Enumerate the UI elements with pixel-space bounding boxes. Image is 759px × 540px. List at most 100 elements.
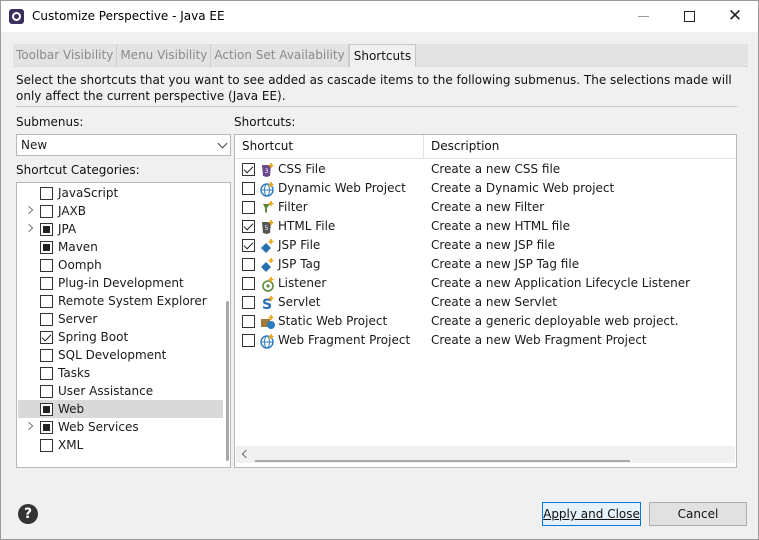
category-checkbox[interactable] — [40, 223, 53, 236]
tree-item[interactable]: SQL Development — [18, 346, 223, 364]
tab-shortcuts[interactable]: Shortcuts — [348, 44, 417, 67]
shortcut-description: Create a generic deployable web project. — [431, 314, 679, 328]
category-checkbox[interactable] — [40, 187, 53, 200]
category-checkbox[interactable] — [40, 439, 53, 452]
tab-action-set-availability[interactable]: Action Set Availability — [211, 44, 349, 67]
category-checkbox[interactable] — [40, 367, 53, 380]
category-checkbox[interactable] — [40, 205, 53, 218]
tree-item[interactable]: Oomph — [18, 256, 223, 274]
static-web-project-icon — [260, 314, 276, 330]
cancel-button[interactable]: Cancel — [649, 502, 747, 526]
category-label: XML — [58, 438, 84, 452]
shortcuts-table[interactable]: Shortcut Description 3 CSS File Create a n… — [234, 134, 737, 468]
vertical-scrollbar[interactable] — [224, 183, 230, 467]
tree-item[interactable]: User Assistance — [18, 382, 223, 400]
shortcut-checkbox[interactable] — [242, 334, 255, 347]
tree-item[interactable]: Tasks — [18, 364, 223, 382]
dialog-body: Toolbar Visibility Menu Visibility Actio… — [1, 32, 758, 539]
category-checkbox[interactable] — [40, 421, 53, 434]
shortcut-name: Web Fragment Project — [278, 333, 411, 347]
category-label: JPA — [58, 222, 77, 236]
shortcut-description: Create a new HTML file — [431, 219, 570, 233]
table-row[interactable]: Filter Create a new Filter — [235, 198, 736, 217]
table-row[interactable]: Dynamic Web Project Create a Dynamic Web … — [235, 179, 736, 198]
shortcut-name: CSS File — [278, 162, 326, 176]
table-row[interactable]: S Servlet Create a new Servlet — [235, 293, 736, 313]
scrollbar-thumb[interactable] — [226, 301, 229, 461]
tab-bar: Toolbar Visibility Menu Visibility Actio… — [13, 44, 748, 67]
category-checkbox[interactable] — [40, 349, 53, 362]
shortcut-description: Create a Dynamic Web project — [431, 181, 615, 195]
title-bar[interactable]: Customize Perspective - Java EE ✕ — [1, 1, 758, 32]
category-label: Web — [58, 402, 85, 416]
table-row[interactable]: 3 CSS File Create a new CSS file — [235, 160, 736, 179]
tab-menu-visibility[interactable]: Menu Visibility — [117, 44, 212, 67]
help-icon[interactable]: ? — [18, 504, 38, 524]
horizontal-scrollbar[interactable] — [236, 446, 735, 463]
chevron-down-icon — [217, 138, 228, 149]
chevron-right-icon[interactable] — [24, 421, 34, 431]
customize-perspective-dialog: Customize Perspective - Java EE ✕ Toolba… — [0, 0, 759, 540]
category-checkbox[interactable] — [40, 331, 53, 344]
scrollbar-thumb[interactable] — [255, 460, 630, 462]
table-row[interactable]: JSP Tag Create a new JSP Tag file — [235, 255, 736, 274]
tree-item[interactable]: Maven — [18, 238, 223, 256]
tree-item[interactable]: Spring Boot — [18, 328, 223, 346]
shortcut-checkbox[interactable] — [242, 163, 255, 176]
close-button[interactable]: ✕ — [712, 1, 758, 32]
jsp-file-icon — [260, 238, 276, 254]
minimize-button[interactable] — [620, 1, 666, 32]
tree-item[interactable]: JAXB — [18, 202, 223, 220]
css-file-icon: 3 — [260, 162, 276, 178]
filter-icon — [260, 200, 276, 216]
chevron-right-icon[interactable] — [24, 205, 34, 215]
table-row[interactable]: JSP File Create a new JSP file — [235, 236, 736, 255]
category-label: Remote System Explorer — [58, 294, 207, 308]
tree-item[interactable]: Server — [18, 310, 223, 328]
category-checkbox[interactable] — [40, 313, 53, 326]
category-checkbox[interactable] — [40, 403, 53, 416]
table-row[interactable]: 5 HTML File Create a new HTML file — [235, 217, 736, 236]
shortcut-checkbox[interactable] — [242, 296, 255, 309]
submenus-selected-value: New — [21, 138, 48, 152]
tab-toolbar-visibility[interactable]: Toolbar Visibility — [13, 44, 118, 67]
tree-item[interactable]: Web — [18, 400, 223, 418]
svg-text:5: 5 — [265, 225, 269, 232]
tree-item[interactable]: Plug-in Development — [18, 274, 223, 292]
tree-item[interactable]: Web Services — [18, 418, 223, 436]
shortcut-description: Create a new JSP Tag file — [431, 257, 580, 271]
table-row[interactable]: Static Web Project Create a generic deplo… — [235, 312, 736, 331]
shortcut-checkbox[interactable] — [242, 182, 255, 195]
apply-and-close-label: Apply and Close — [543, 507, 640, 521]
tree-item[interactable]: JavaScript — [18, 184, 223, 202]
web-fragment-project-icon — [260, 333, 276, 349]
chevron-right-icon[interactable] — [24, 223, 34, 233]
table-row[interactable]: Web Fragment Project Create a new Web Fra… — [235, 331, 736, 350]
tree-item[interactable]: XML — [18, 436, 223, 454]
shortcut-checkbox[interactable] — [242, 201, 255, 214]
shortcut-checkbox[interactable] — [242, 315, 255, 328]
category-checkbox[interactable] — [40, 241, 53, 254]
apply-and-close-button[interactable]: Apply and Close — [542, 502, 641, 526]
shortcut-categories-tree[interactable]: JavaScript JAXB JPA Maven Oomph Plug-in Devel… — [16, 182, 231, 468]
shortcut-description: Create a new Application Lifecycle Liste… — [431, 276, 691, 290]
shortcut-checkbox[interactable] — [242, 258, 255, 271]
shortcut-checkbox[interactable] — [242, 220, 255, 233]
category-label: Spring Boot — [58, 330, 129, 344]
column-header-description[interactable]: Description — [424, 135, 499, 159]
shortcut-checkbox[interactable] — [242, 239, 255, 252]
shortcut-description: Create a new Web Fragment Project — [431, 333, 647, 347]
shortcut-checkbox[interactable] — [242, 277, 255, 290]
chevron-left-icon[interactable] — [241, 449, 251, 459]
shortcut-description: Create a new CSS file — [431, 162, 561, 176]
category-checkbox[interactable] — [40, 277, 53, 290]
column-header-shortcut[interactable]: Shortcut — [235, 135, 293, 159]
table-row[interactable]: Listener Create a new Application Lifecyc… — [235, 274, 736, 293]
category-checkbox[interactable] — [40, 259, 53, 272]
category-checkbox[interactable] — [40, 385, 53, 398]
tree-item[interactable]: JPA — [18, 220, 223, 238]
maximize-button[interactable] — [666, 1, 712, 32]
submenus-dropdown[interactable]: New — [16, 134, 231, 156]
category-checkbox[interactable] — [40, 295, 53, 308]
tree-item[interactable]: Remote System Explorer — [18, 292, 223, 310]
